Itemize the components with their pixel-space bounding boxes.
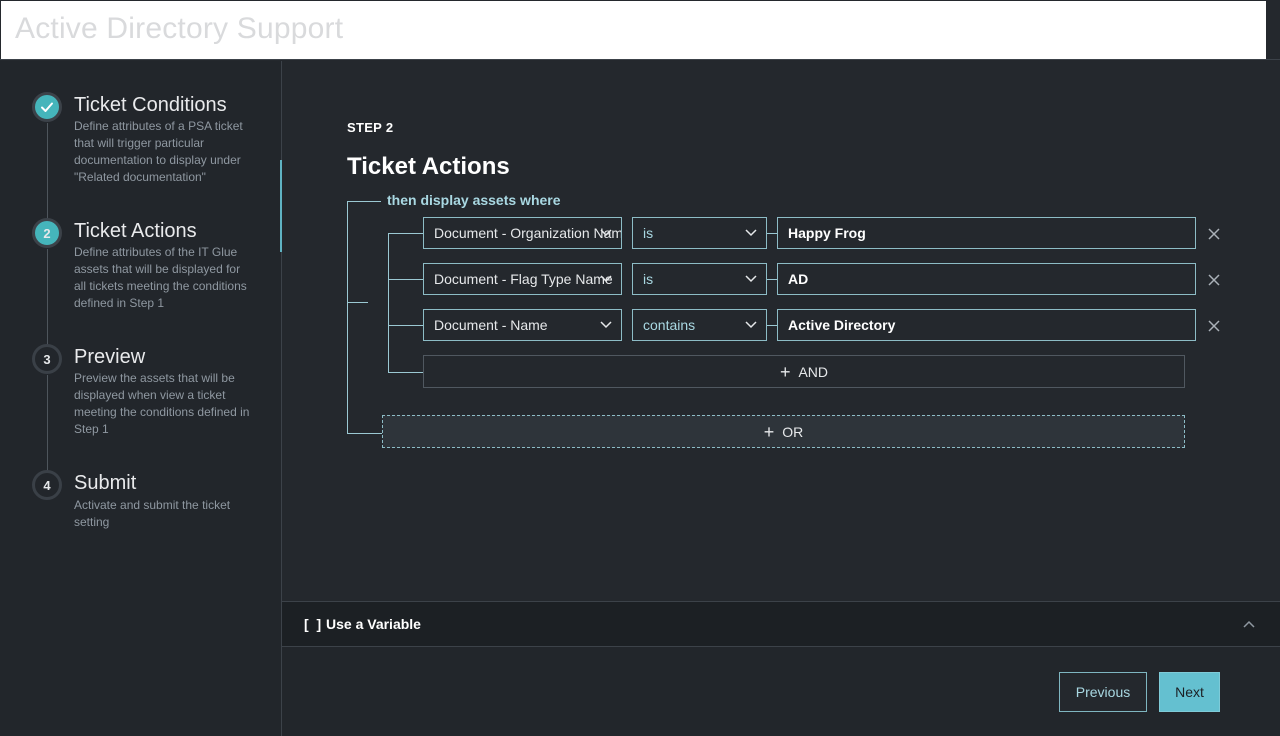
main-content: STEP 2 Ticket Actions then display asset… — [282, 61, 1280, 601]
inner-branch — [388, 279, 423, 280]
value-input-text: Happy Frog — [788, 225, 866, 241]
operator-select-1[interactable]: is — [632, 217, 767, 249]
add-and-condition-button[interactable]: + AND — [423, 355, 1185, 388]
attribute-select-2[interactable]: Document - Flag Type Name — [423, 263, 622, 295]
wizard-footer: Previous Next — [282, 647, 1280, 736]
attribute-select-value: Document - Name — [434, 317, 548, 333]
and-button-label: AND — [798, 363, 829, 380]
operator-select-value: is — [643, 271, 654, 287]
steps-sidebar: Ticket Conditions Define attributes of a… — [0, 61, 282, 736]
close-icon[interactable] — [1206, 226, 1222, 242]
brackets-icon: [ ] — [304, 616, 324, 632]
operator-select-value: is — [643, 225, 654, 241]
add-or-group-button[interactable]: + OR — [382, 415, 1185, 448]
operator-select-3[interactable]: contains — [632, 309, 767, 341]
step-4-title[interactable]: Submit — [74, 471, 136, 495]
use-variable-panel-header[interactable]: [ ] Use a Variable — [282, 601, 1280, 647]
step-connector — [47, 375, 48, 485]
chevron-down-icon — [600, 321, 612, 329]
chevron-down-icon — [745, 229, 757, 237]
step-3-marker[interactable]: 3 — [32, 344, 62, 374]
step-1-marker[interactable] — [32, 92, 62, 122]
outer-bracket — [347, 201, 348, 434]
value-input-1[interactable]: Happy Frog — [777, 217, 1196, 249]
next-button[interactable]: Next — [1159, 672, 1220, 712]
attribute-select-3[interactable]: Document - Name — [423, 309, 622, 341]
outer-bracket-top — [347, 201, 381, 202]
page-title: Ticket Actions — [347, 153, 510, 180]
step-3-description: Preview the assets that will be displaye… — [74, 371, 250, 436]
title-bar: Active Directory Support — [0, 0, 1280, 60]
step-1-title[interactable]: Ticket Conditions — [74, 93, 227, 117]
chevron-down-icon — [745, 321, 757, 329]
step-4-marker[interactable]: 4 — [32, 470, 62, 500]
step-2-description: Define attributes of the IT Glue assets … — [74, 245, 247, 310]
inner-bracket — [388, 233, 389, 373]
attribute-select-value: Document - Organization Name — [434, 225, 622, 241]
step-2-marker[interactable]: 2 — [32, 218, 62, 248]
field-connector — [767, 233, 777, 234]
attribute-select-1[interactable]: Document - Organization Name — [423, 217, 622, 249]
step-3-title[interactable]: Preview — [74, 345, 145, 369]
title-input[interactable]: Active Directory Support — [15, 11, 343, 47]
step-4-description: Activate and submit the ticket setting — [74, 498, 231, 529]
title-input-wrapper[interactable]: Active Directory Support — [1, 1, 1266, 59]
step-1-description: Define attributes of a PSA ticket that w… — [74, 119, 243, 184]
inner-branch — [388, 233, 423, 234]
chevron-down-icon — [600, 275, 612, 283]
group-label: then display assets where — [387, 192, 561, 208]
use-variable-label: Use a Variable — [326, 616, 421, 632]
value-input-3[interactable]: Active Directory — [777, 309, 1196, 341]
step-2-title[interactable]: Ticket Actions — [74, 219, 197, 243]
check-icon — [41, 102, 53, 112]
field-connector — [767, 279, 777, 280]
step-label: STEP 2 — [347, 120, 394, 135]
plus-icon: + — [763, 421, 775, 442]
close-icon[interactable] — [1206, 272, 1222, 288]
inner-branch — [388, 372, 423, 373]
or-button-label: OR — [782, 423, 804, 440]
previous-button[interactable]: Previous — [1059, 672, 1147, 712]
chevron-down-icon — [600, 229, 612, 237]
outer-bracket-mid — [347, 302, 368, 303]
close-icon[interactable] — [1206, 318, 1222, 334]
step-connector — [47, 123, 48, 233]
value-input-text: AD — [788, 271, 809, 287]
inner-branch — [388, 325, 423, 326]
value-input-text: Active Directory — [788, 317, 896, 333]
operator-select-2[interactable]: is — [632, 263, 767, 295]
chevron-up-icon[interactable] — [1242, 617, 1256, 631]
plus-icon: + — [779, 361, 791, 382]
attribute-select-value: Document - Flag Type Name — [434, 271, 613, 287]
value-input-2[interactable]: AD — [777, 263, 1196, 295]
outer-bracket-bottom — [347, 433, 382, 434]
step-connector — [47, 249, 48, 359]
field-connector — [767, 325, 777, 326]
chevron-down-icon — [745, 275, 757, 283]
operator-select-value: contains — [643, 317, 696, 333]
